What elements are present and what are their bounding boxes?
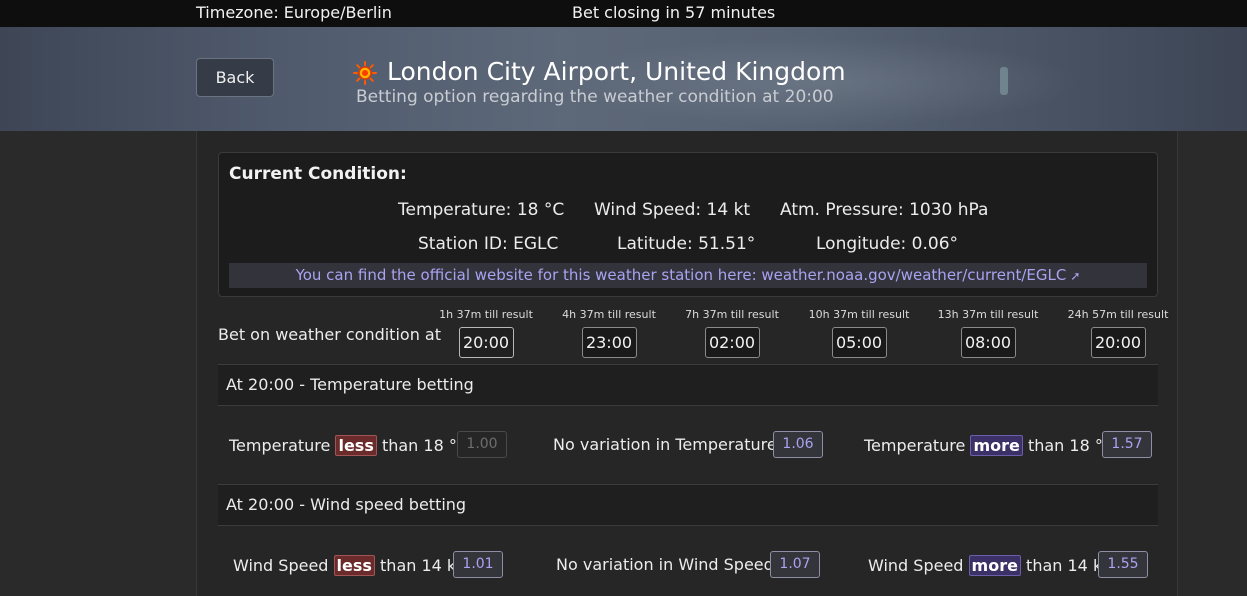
time-slot-button[interactable]: 02:00	[704, 327, 760, 358]
wind-more-label: Wind Speed	[868, 556, 964, 575]
timezone-label: Timezone: Europe/Berlin	[196, 3, 392, 22]
temperature-value: Temperature: 18 °C	[398, 200, 565, 220]
temperature-more-option: Temperature more than 18 °C	[864, 435, 1114, 456]
wind-nochange-label: No variation in Wind Speed	[556, 555, 774, 574]
more-badge: more	[970, 435, 1023, 456]
time-slot: 24h 57m till result 20:00	[1053, 308, 1183, 358]
time-slot: 4h 37m till result 23:00	[544, 308, 674, 358]
wind-more-option: Wind Speed more than 14 kt	[868, 555, 1108, 576]
time-slot-remaining: 13h 37m till result	[937, 308, 1039, 321]
wind-betting-header: At 20:00 - Wind speed betting	[218, 484, 1158, 526]
less-badge: less	[335, 435, 377, 456]
time-slot-remaining: 4h 37m till result	[562, 308, 656, 321]
temperature-less-odds-button[interactable]: 1.00	[457, 431, 507, 458]
time-slot-button[interactable]: 23:00	[581, 327, 637, 358]
pressure-value: Atm. Pressure: 1030 hPa	[780, 200, 989, 220]
banner-background-light	[1000, 67, 1008, 95]
time-slot-button[interactable]: 08:00	[960, 327, 1016, 358]
time-slot: 7h 37m till result 02:00	[667, 308, 797, 358]
wind-nochange-odds-button[interactable]: 1.07	[770, 551, 820, 578]
time-slot-button[interactable]: 20:00	[458, 327, 514, 358]
less-badge: less	[333, 555, 375, 576]
temperature-less-option: Temperature less than 18 °C	[229, 435, 468, 456]
temperature-more-label: Temperature	[864, 436, 966, 455]
main-content: Current Condition: Temperature: 18 °C Wi…	[196, 131, 1178, 596]
temperature-nochange-odds-button[interactable]: 1.06	[773, 431, 823, 458]
wind-more-odds-button[interactable]: 1.55	[1098, 551, 1148, 578]
time-slot-remaining: 1h 37m till result	[439, 308, 533, 321]
bet-closing-countdown: Bet closing in 57 minutes	[572, 3, 776, 22]
wind-less-option: Wind Speed less than 14 kt	[233, 555, 462, 576]
current-condition-card: Current Condition: Temperature: 18 °C Wi…	[218, 152, 1158, 297]
location-subtitle: Betting option regarding the weather con…	[356, 87, 834, 107]
wind-less-odds-button[interactable]: 1.01	[453, 551, 503, 578]
temperature-nochange-label: No variation in Temperature	[553, 435, 777, 454]
weather-station-link-text[interactable]: You can find the official website for th…	[296, 266, 1067, 284]
time-slot-remaining: 7h 37m till result	[685, 308, 779, 321]
bet-at-label: Bet on weather condition at	[218, 325, 441, 344]
sun-icon	[353, 61, 377, 85]
latitude-value: Latitude: 51.51°	[617, 234, 756, 254]
temperature-betting-header: At 20:00 - Temperature betting	[218, 364, 1158, 406]
temperature-less-label: Temperature	[229, 436, 331, 455]
back-button[interactable]: Back	[196, 58, 274, 97]
time-slot-remaining: 24h 57m till result	[1067, 308, 1169, 321]
more-badge: more	[968, 555, 1021, 576]
wind-more-threshold: than 14 kt	[1026, 556, 1109, 575]
temperature-less-threshold: than 18 °C	[381, 436, 468, 455]
longitude-value: Longitude: 0.06°	[816, 234, 959, 254]
time-slot: 1h 37m till result 20:00	[421, 308, 551, 358]
temperature-more-odds-button[interactable]: 1.57	[1102, 431, 1152, 458]
time-slot-button[interactable]: 20:00	[1090, 327, 1146, 358]
wind-less-label: Wind Speed	[233, 556, 329, 575]
header-banner: Back London City Airport, United Kingdom…	[0, 27, 1247, 131]
time-slot-remaining: 10h 37m till result	[808, 308, 910, 321]
time-slot: 10h 37m till result 05:00	[794, 308, 924, 358]
current-condition-heading: Current Condition:	[229, 164, 407, 184]
wind-less-threshold: than 14 kt	[380, 556, 463, 575]
external-link-icon: ➚	[1070, 269, 1081, 283]
station-id-value: Station ID: EGLC	[418, 234, 559, 254]
top-status-bar: Timezone: Europe/Berlin Bet closing in 5…	[0, 0, 1247, 27]
time-slot-button[interactable]: 05:00	[831, 327, 887, 358]
time-slot: 13h 37m till result 08:00	[923, 308, 1053, 358]
location-title: London City Airport, United Kingdom	[387, 57, 846, 86]
weather-station-link[interactable]: You can find the official website for th…	[229, 263, 1147, 288]
wind-speed-value: Wind Speed: 14 kt	[594, 200, 751, 220]
